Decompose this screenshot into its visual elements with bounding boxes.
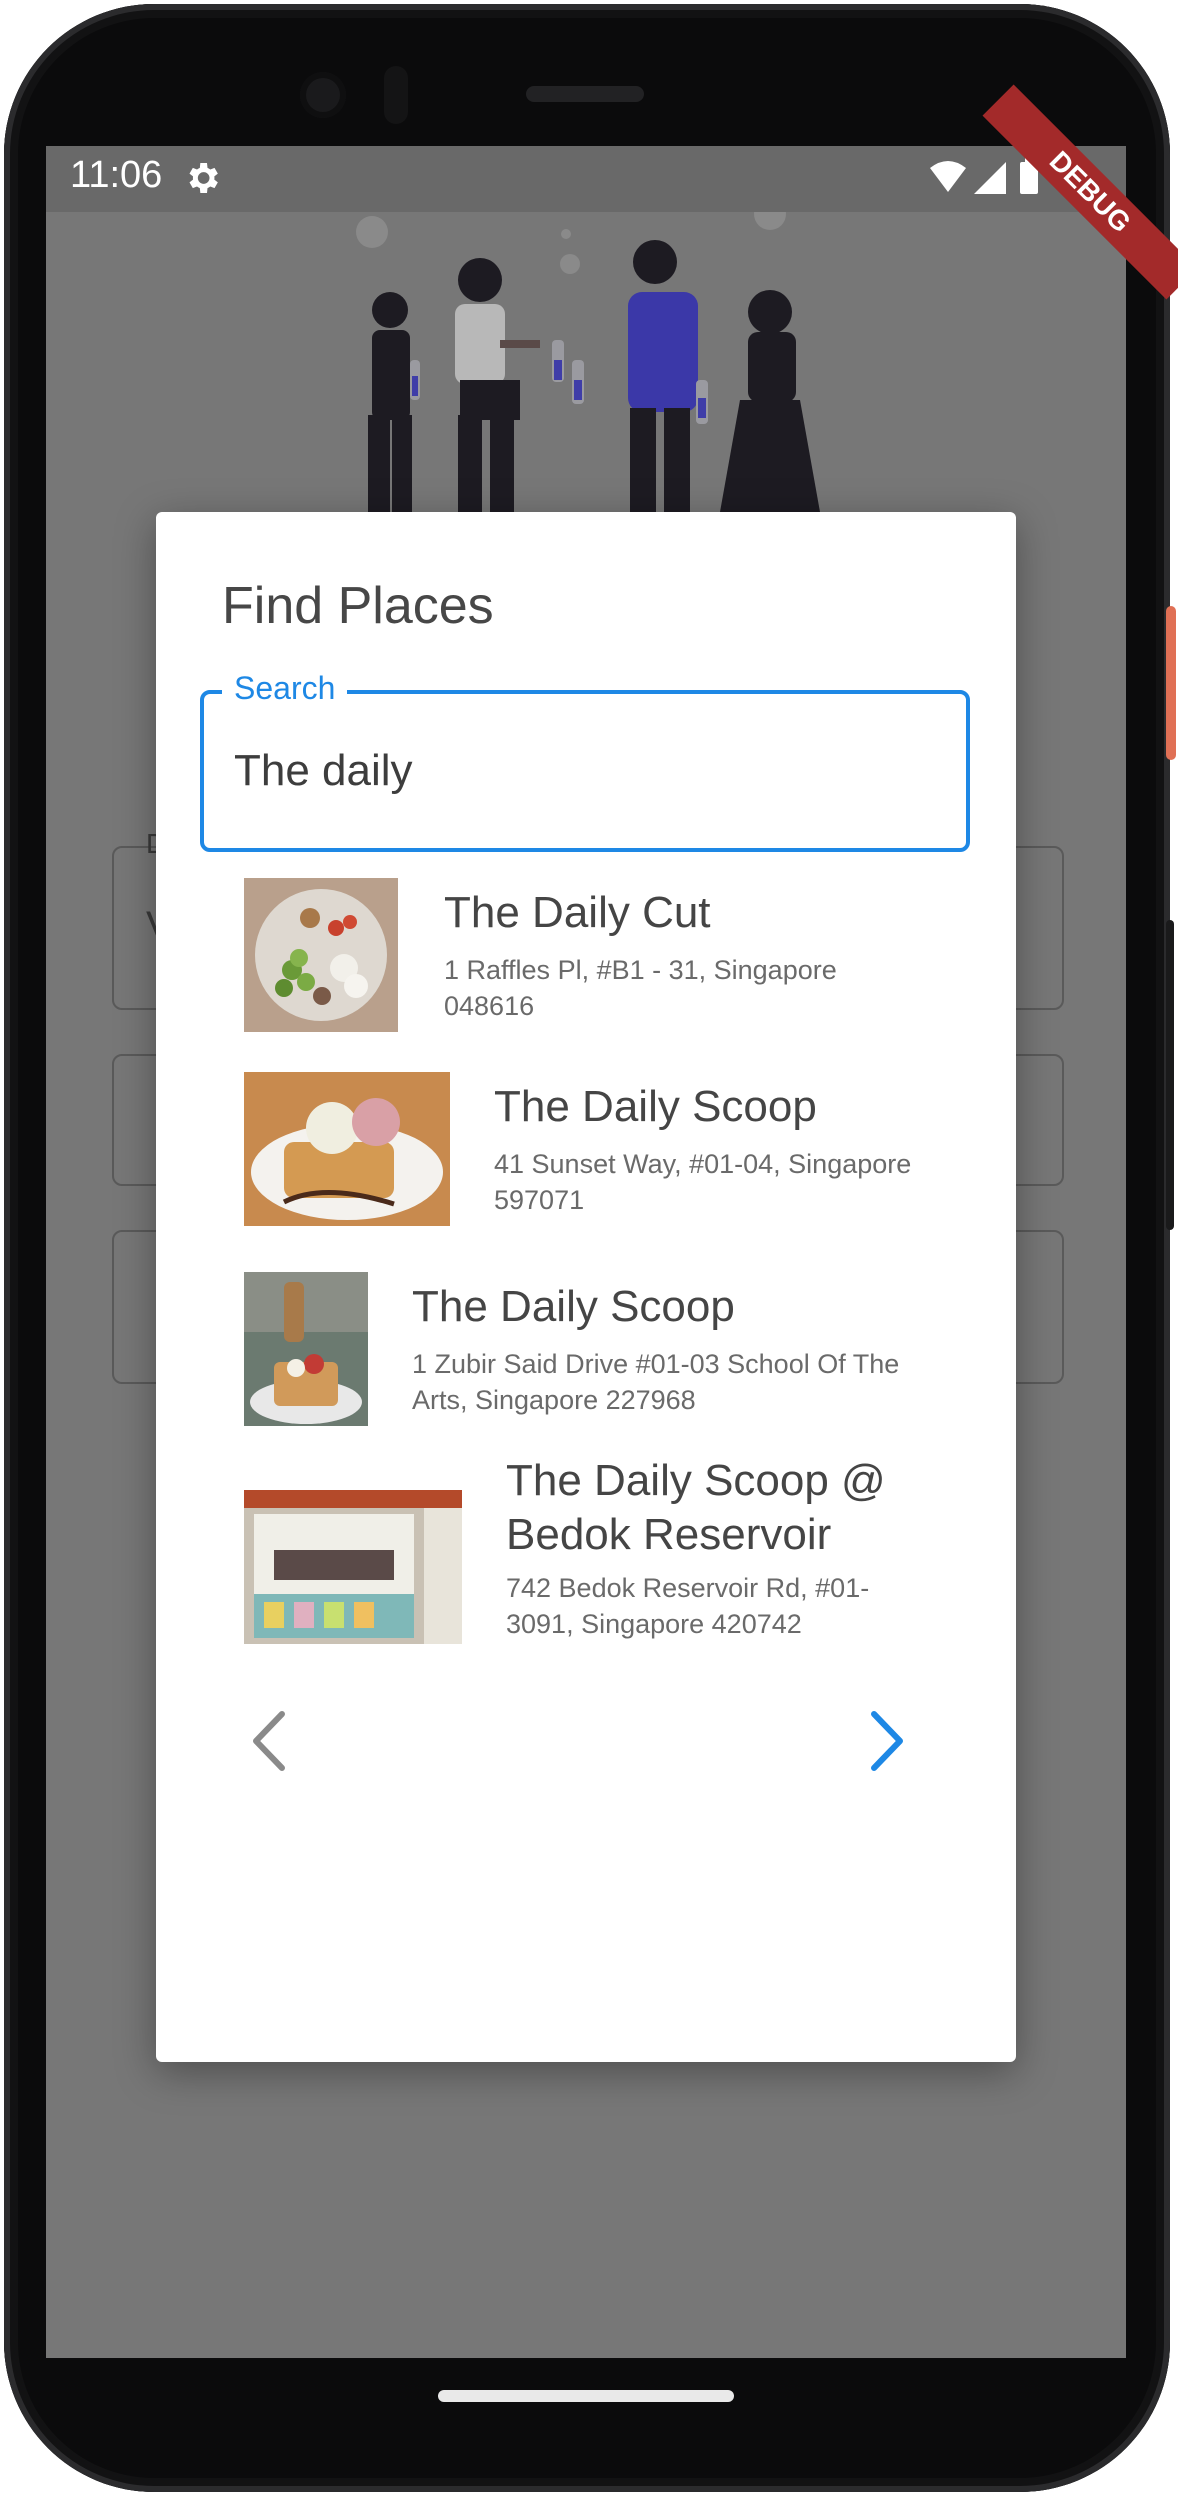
result-name: The Daily Scoop [494, 1082, 817, 1131]
gear-icon [189, 163, 218, 193]
result-address: 1 Zubir Said Drive #01-03 School Of The … [412, 1349, 900, 1415]
volume-button [1166, 920, 1174, 1230]
home-indicator[interactable] [438, 2390, 734, 2402]
result-address: 742 Bedok Reservoir Rd, #01-3091, Singap… [506, 1573, 870, 1639]
chevron-right-icon[interactable] [850, 1706, 920, 1776]
search-label: Search [222, 670, 348, 707]
front-camera [300, 72, 346, 118]
signal-icon [974, 162, 1006, 194]
status-time: 11:06 [70, 154, 163, 196]
result-address: 1 Raffles Pl, #B1 - 31, Singapore 048616 [444, 955, 837, 1021]
hero-illustration [356, 200, 820, 512]
result-name: The Daily Cut [444, 888, 711, 937]
result-item[interactable]: The Daily Cut 1 Raffles Pl, #B1 - 31, Si… [230, 870, 950, 1050]
result-name: The Daily Scoop @ Bedok Reservoir [506, 1456, 886, 1559]
result-thumbnail [244, 878, 398, 1032]
result-thumbnail [244, 1272, 368, 1426]
result-item[interactable]: The Daily Scoop 41 Sunset Way, #01-04, S… [230, 1064, 950, 1244]
result-thumbnail [244, 1072, 450, 1226]
power-button [1166, 606, 1176, 760]
result-address: 41 Sunset Way, #01-04, Singapore 597071 [494, 1149, 912, 1215]
chevron-left-icon[interactable] [236, 1706, 306, 1776]
dialog-title: Find Places [222, 577, 494, 635]
wifi-icon [930, 161, 966, 192]
earpiece-speaker [526, 86, 644, 102]
search-input[interactable] [232, 740, 936, 802]
result-name: The Daily Scoop [412, 1282, 735, 1331]
proximity-sensor [384, 66, 408, 124]
result-thumbnail [244, 1490, 462, 1644]
result-item[interactable]: The Daily Scoop 1 Zubir Said Drive #01-0… [230, 1264, 950, 1444]
result-item[interactable]: The Daily Scoop @ Bedok Reservoir 742 Be… [230, 1450, 950, 1660]
